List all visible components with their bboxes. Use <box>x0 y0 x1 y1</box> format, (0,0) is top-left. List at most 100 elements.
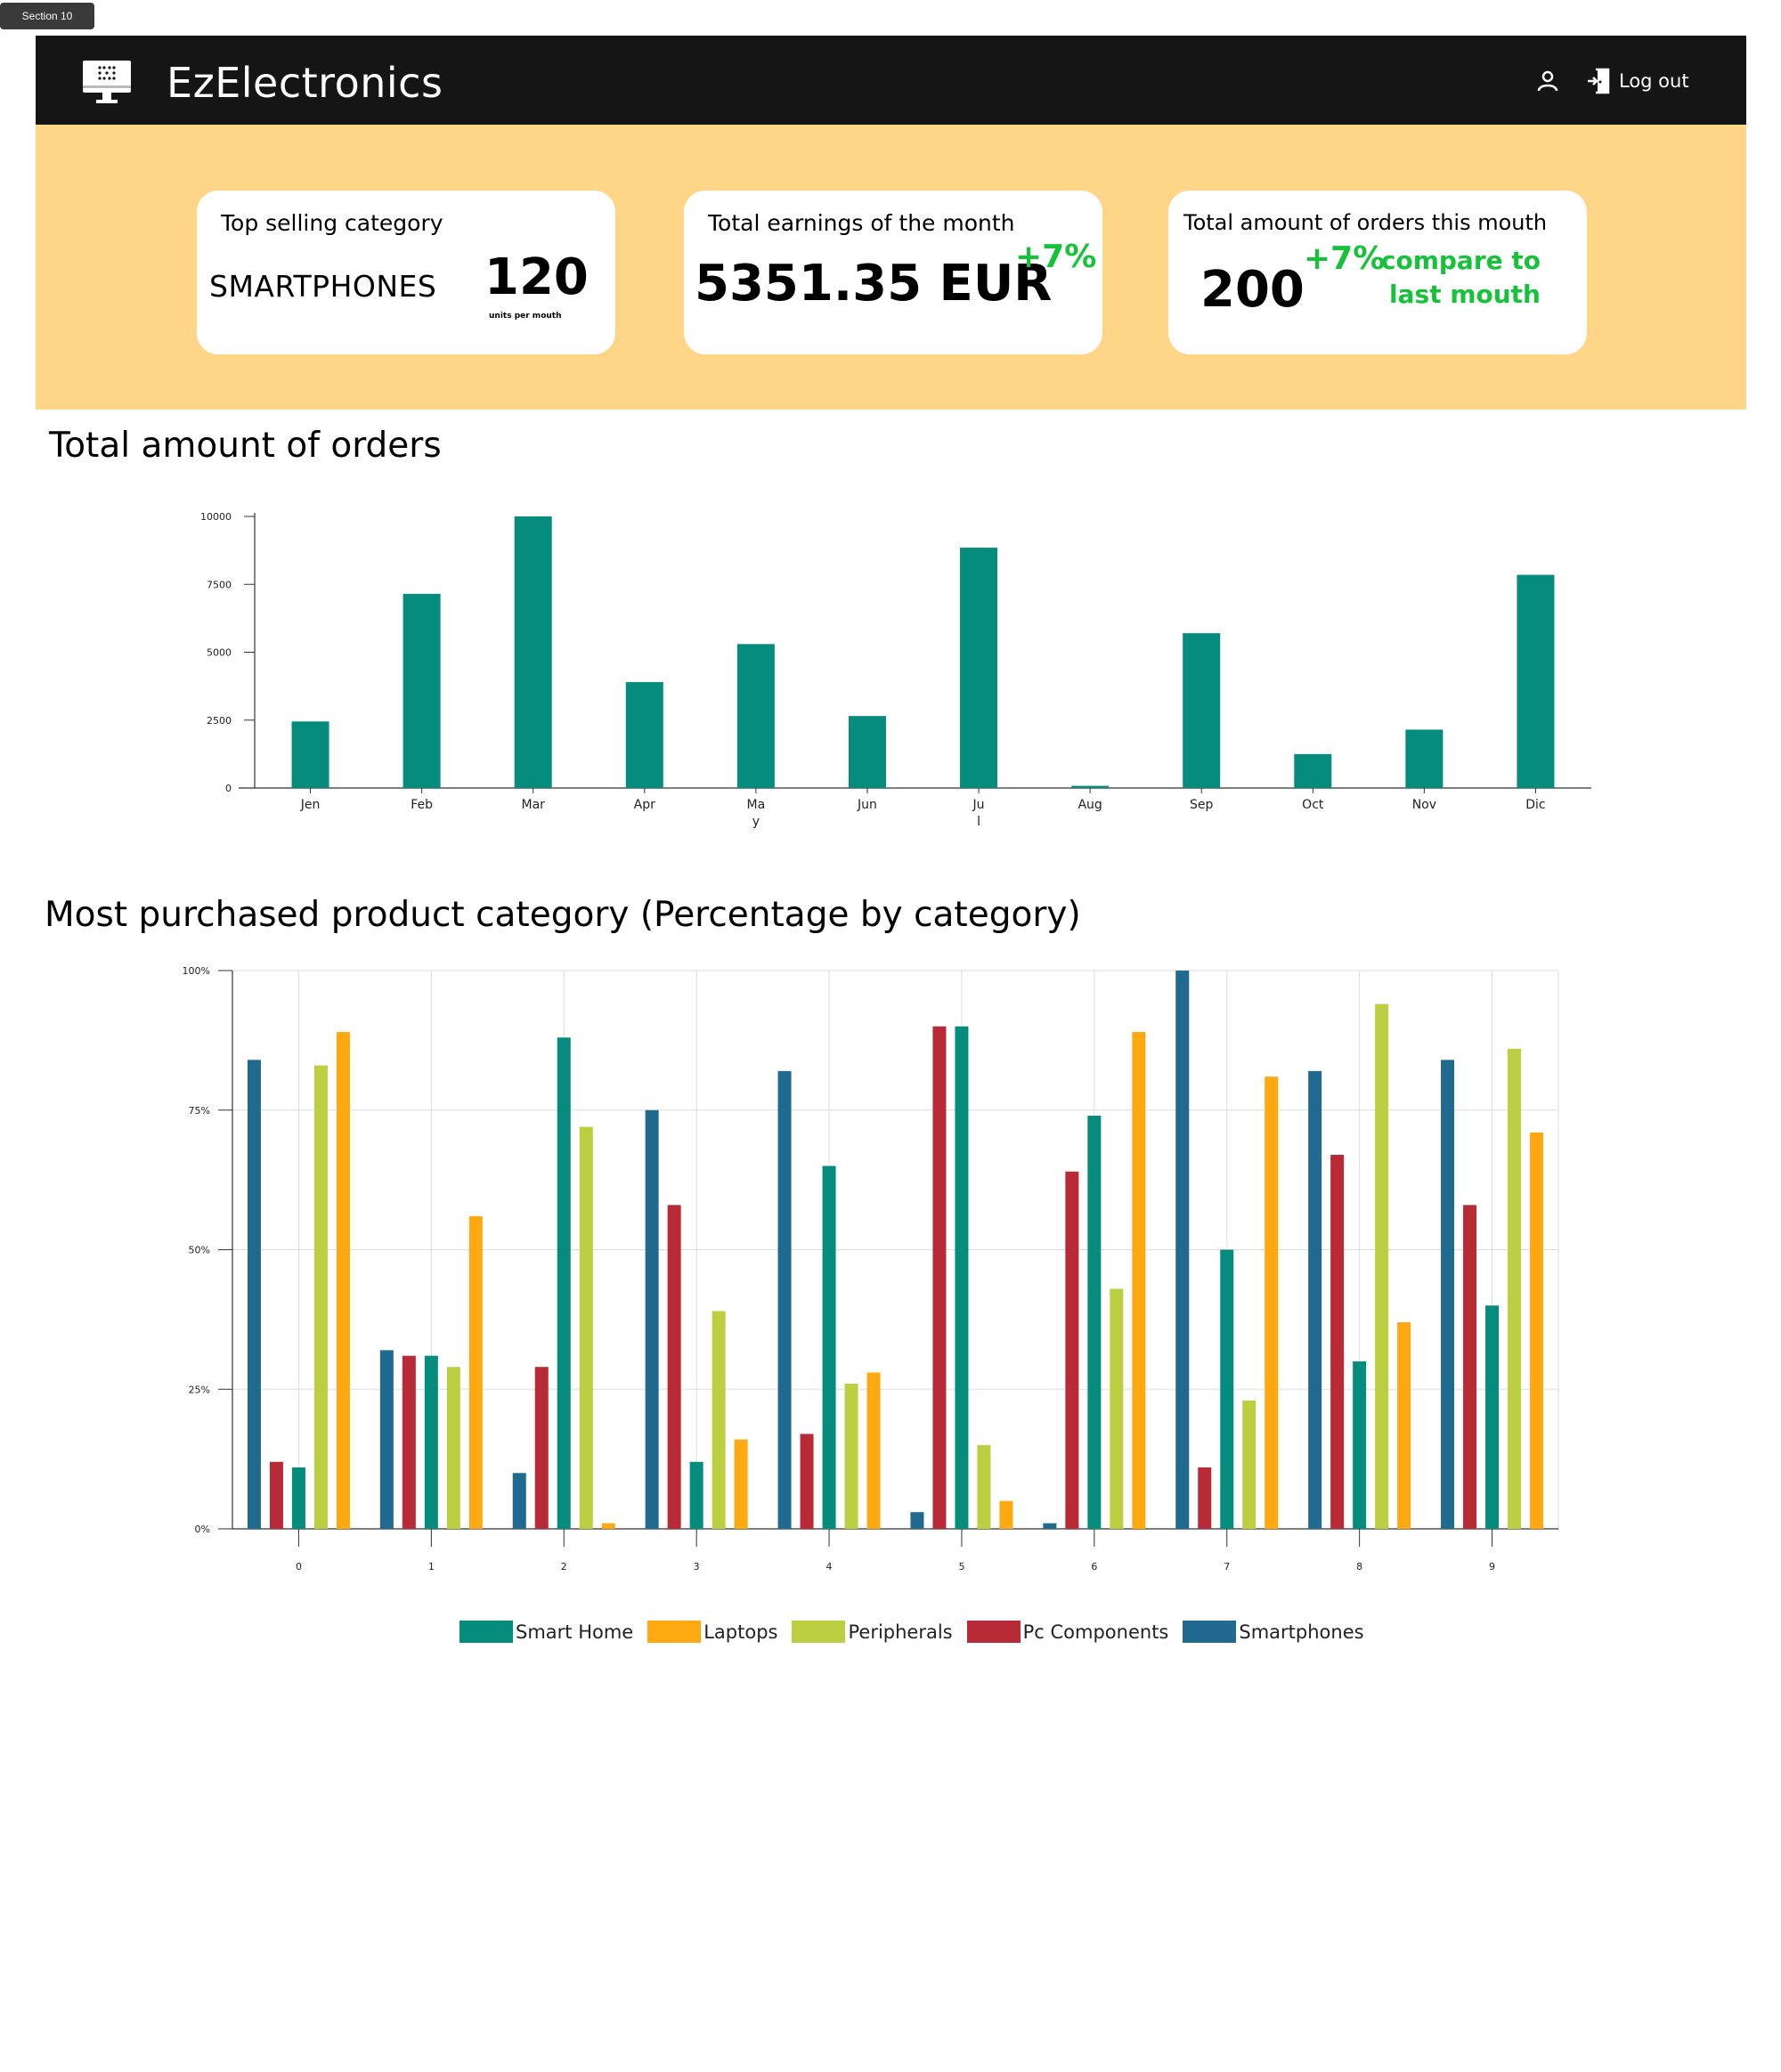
bar-laptops <box>1132 1031 1146 1529</box>
orders-bar-chart: 0 2500 5000 7500 10000 Jen Feb Mar Apr Ma y Jun Ju l A… <box>200 511 1591 829</box>
x-tick-label: Ju <box>972 798 985 812</box>
bar-laptops <box>468 1215 483 1529</box>
y-tick-label: 2500 <box>207 715 232 727</box>
logout-label: Log out <box>1619 70 1689 92</box>
bar-laptops <box>1530 1132 1544 1529</box>
legend-label: Peripherals <box>848 1621 953 1643</box>
category-legend: Smart Home Laptops Peripherals Pc Component… <box>459 1621 1378 1643</box>
x-tick-label: Apr <box>634 798 655 812</box>
orders-bar <box>291 721 329 788</box>
orders-compare-line1: compare to <box>1380 246 1541 275</box>
category-chart-title: Most purchased product category (Percent… <box>45 895 1081 935</box>
legend-item[interactable]: Pc Components <box>966 1621 1168 1643</box>
bar-smart-home <box>955 1026 969 1529</box>
bar-laptops <box>866 1372 881 1529</box>
section-label: Section 10 <box>0 3 94 29</box>
x-tick-label: 7 <box>1224 1561 1230 1572</box>
x-tick-label: 3 <box>694 1561 700 1572</box>
x-tick-label: Sep <box>1190 798 1214 812</box>
bar-smartphones <box>910 1512 924 1529</box>
top-category-name: SMARTPHONES <box>209 269 437 304</box>
bar-laptops <box>999 1500 1013 1529</box>
orders-bar <box>1405 729 1444 788</box>
bar-smartphones <box>512 1473 526 1529</box>
orders-bar <box>1071 785 1110 788</box>
bar-smartphones <box>1441 1060 1455 1529</box>
bar-smart-home <box>1220 1249 1234 1529</box>
bar-peripherals <box>844 1383 858 1529</box>
bar-smart-home <box>1485 1305 1500 1529</box>
bar-peripherals <box>712 1311 726 1529</box>
orders-bar <box>403 593 441 788</box>
x-tick-label: Oct <box>1302 798 1324 812</box>
bar-smart-home <box>689 1461 703 1529</box>
x-tick-label: Nov <box>1412 798 1436 812</box>
x-tick-label: y <box>752 815 760 829</box>
legend-swatch <box>966 1621 1021 1643</box>
bar-smart-home <box>1353 1361 1367 1529</box>
legend-item[interactable]: Peripherals <box>792 1621 953 1643</box>
bar-smartphones <box>645 1109 659 1529</box>
orders-bar <box>736 644 775 788</box>
bar-laptops <box>1265 1077 1279 1529</box>
category-bar-chart: 0% 25% 50% 75% 100% 0 1 2 3 4 5 6 7 8 9 <box>183 965 1559 1572</box>
bar-laptops <box>1397 1322 1411 1529</box>
x-tick-label: 4 <box>826 1561 833 1572</box>
x-tick-label: Jun <box>857 798 877 812</box>
bar-peripherals <box>446 1367 460 1529</box>
orders-bar <box>1294 753 1332 788</box>
top-category-unit-label: units per mouth <box>489 312 562 321</box>
x-tick-label: l <box>977 815 980 829</box>
y-tick-label: 75% <box>189 1105 210 1117</box>
bar-smart-home <box>291 1467 305 1529</box>
bar-smart-home <box>557 1037 571 1529</box>
computer-monitor-icon[interactable] <box>82 59 132 105</box>
bar-pc-components <box>269 1461 283 1529</box>
orders-card-title: Total amount of orders this mouth <box>1183 210 1548 235</box>
legend-item[interactable]: Laptops <box>647 1621 777 1643</box>
x-tick-label: 1 <box>428 1561 435 1572</box>
earnings-change: +7% <box>1015 239 1097 275</box>
y-tick-label: 0% <box>195 1524 210 1535</box>
bar-pc-components <box>1330 1154 1345 1529</box>
bar-smartphones <box>1043 1523 1057 1529</box>
bar-smartphones <box>777 1070 792 1529</box>
brand-name[interactable]: EzElectronics <box>167 59 443 107</box>
top-category-card: Top selling category SMARTPHONES 120 uni… <box>197 191 615 354</box>
user-icon[interactable] <box>1534 68 1561 94</box>
y-tick-label: 10000 <box>200 511 232 523</box>
legend-swatch <box>647 1621 702 1643</box>
top-category-title: Top selling category <box>221 210 443 236</box>
x-tick-label: Jen <box>300 798 321 812</box>
bar-smartphones <box>247 1060 261 1529</box>
x-tick-label: Mar <box>521 798 545 812</box>
legend-label: Laptops <box>703 1621 778 1643</box>
logout-button[interactable]: Log out <box>1587 66 1689 96</box>
x-tick-label: Ma <box>747 798 766 812</box>
x-tick-label: Dic <box>1525 798 1545 812</box>
x-tick-label: 5 <box>958 1561 964 1572</box>
legend-item[interactable]: Smart Home <box>459 1621 633 1643</box>
bar-smartphones <box>1308 1070 1322 1529</box>
bar-peripherals <box>1110 1288 1124 1529</box>
bar-peripherals <box>579 1126 593 1529</box>
bar-pc-components <box>932 1026 947 1529</box>
y-tick-label: 0 <box>225 783 232 794</box>
bar-pc-components <box>534 1367 549 1529</box>
bar-pc-components <box>800 1434 814 1529</box>
bar-pc-components <box>402 1355 416 1529</box>
earnings-value: 5351.35 EUR <box>695 255 1053 313</box>
stats-banner: Top selling category SMARTPHONES 120 uni… <box>36 125 1746 410</box>
x-tick-label: 9 <box>1489 1561 1495 1572</box>
legend-swatch <box>459 1621 513 1643</box>
x-tick-label: 0 <box>296 1561 302 1572</box>
legend-swatch <box>1183 1621 1237 1643</box>
legend-item[interactable]: Smartphones <box>1183 1621 1364 1643</box>
bar-peripherals <box>1375 1003 1389 1529</box>
bar-laptops <box>734 1439 748 1529</box>
orders-value: 200 <box>1200 261 1305 319</box>
y-tick-label: 25% <box>189 1384 210 1395</box>
bar-pc-components <box>1065 1171 1079 1529</box>
top-category-units: 120 <box>484 248 589 306</box>
orders-card: Total amount of orders this mouth 200 +7… <box>1168 191 1587 354</box>
